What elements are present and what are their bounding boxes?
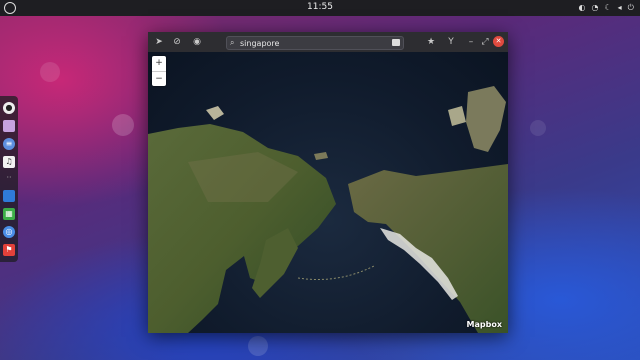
favorite-star-icon[interactable]: ★ (424, 35, 438, 49)
clear-search-icon[interactable] (392, 39, 400, 46)
map-view[interactable]: + − Mapbox (148, 52, 508, 333)
satellite-map (148, 86, 508, 333)
aleutian-islands (297, 265, 375, 280)
arctic-island (448, 106, 466, 126)
settings-icon[interactable]: ≡ (3, 138, 15, 150)
notifications-icon[interactable]: ◐ (579, 2, 586, 13)
st-lawrence-island (314, 152, 328, 160)
soccer-app-icon[interactable]: ● (3, 102, 15, 114)
search-icon: ⌕ (230, 38, 235, 47)
header-bar: ➤ ⊘ ◉ ⌕ ★ Y – ⤢ ✕ (148, 32, 508, 52)
moon-icon[interactable]: ☾ (604, 2, 611, 13)
layers-icon[interactable]: ◉ (190, 35, 204, 49)
search-field[interactable]: ⌕ (226, 36, 404, 50)
zoom-controls: + − (152, 56, 166, 86)
spacer-icon: ·· (6, 173, 12, 182)
maps-icon[interactable]: ⚑ (3, 244, 15, 256)
volume-icon[interactable]: ◂ (618, 2, 622, 13)
locate-icon[interactable]: ➤ (152, 35, 166, 49)
files-icon[interactable] (3, 120, 15, 132)
wifi-icon[interactable]: ◔ (592, 2, 599, 13)
zoom-in-button[interactable]: + (152, 56, 166, 72)
top-bar: 11:55 ◐ ◔ ☾ ◂ ⏻ (0, 0, 640, 16)
wallpaper-bokeh (112, 114, 134, 136)
zoom-out-button[interactable]: − (152, 72, 166, 87)
route-icon[interactable]: ⊘ (170, 35, 184, 49)
search-input[interactable] (240, 37, 388, 49)
spreadsheet-icon[interactable]: ▦ (3, 208, 15, 220)
dock: ● ≡ ♫ ·· ▦ ◎ ⚑ (0, 96, 18, 262)
arctic-archipelago (466, 86, 506, 152)
system-tray[interactable]: ◐ ◔ ☾ ◂ ⏻ (579, 2, 634, 13)
wallpaper-bokeh (248, 336, 268, 356)
landmass-north-america (348, 164, 508, 333)
wallpaper-bokeh (530, 120, 546, 136)
map-attribution[interactable]: Mapbox (467, 320, 502, 329)
minimize-icon[interactable]: – (464, 35, 478, 49)
power-icon[interactable]: ⏻ (628, 2, 634, 13)
maps-window: ➤ ⊘ ◉ ⌕ ★ Y – ⤢ ✕ (148, 32, 508, 333)
clock[interactable]: 11:55 (0, 2, 640, 12)
maximize-icon[interactable]: ⤢ (478, 35, 492, 49)
web-browser-icon[interactable]: ◎ (3, 226, 15, 238)
music-icon[interactable]: ♫ (3, 156, 15, 168)
share-icon[interactable]: Y (444, 35, 458, 49)
wrangel-island (206, 106, 224, 120)
wallpaper-bokeh (40, 62, 60, 82)
documents-icon[interactable] (3, 190, 15, 202)
close-button[interactable]: ✕ (493, 36, 504, 47)
